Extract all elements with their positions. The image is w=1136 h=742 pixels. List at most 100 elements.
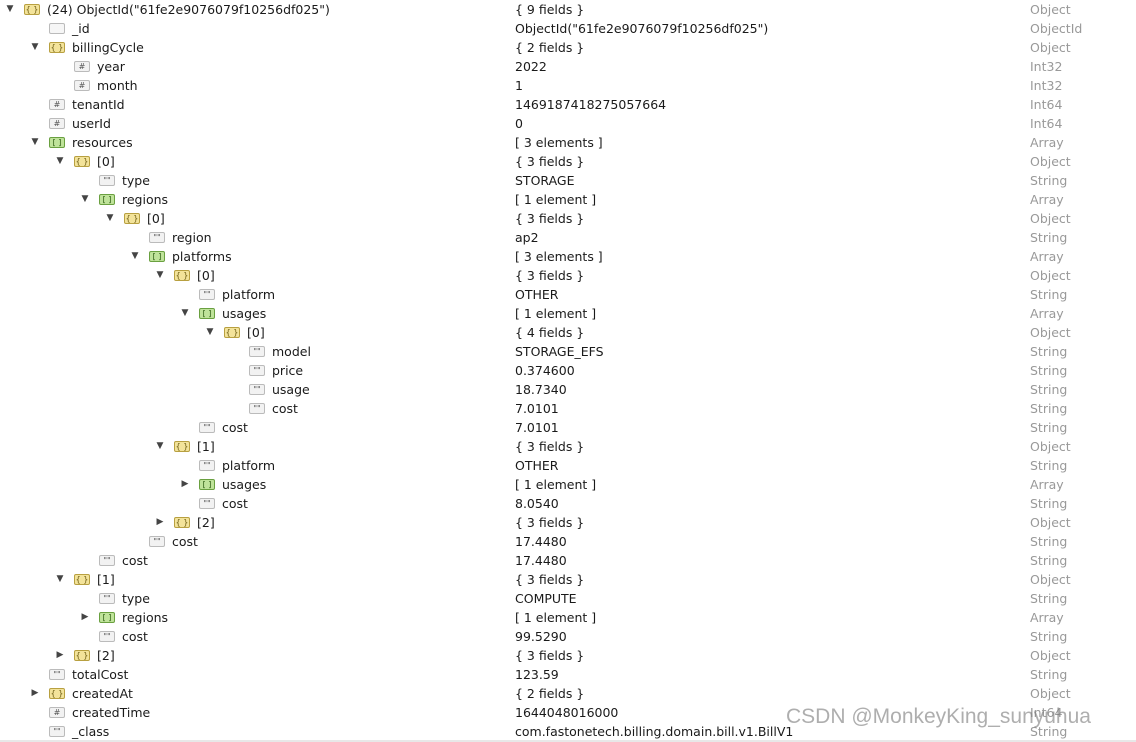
row-value: 1644048016000: [515, 705, 619, 720]
array-icon: [ ]: [99, 194, 115, 205]
tree-row[interactable]: "" usage 18.7340 String: [0, 380, 1136, 399]
row-value: { 3 fields }: [515, 572, 585, 587]
tree-row[interactable]: ▶ { } [2] { 3 fields } Object: [0, 513, 1136, 532]
collapse-arrow-icon[interactable]: ▼: [4, 0, 16, 19]
collapse-arrow-icon[interactable]: ▼: [54, 570, 66, 589]
tree-row[interactable]: "" type COMPUTE String: [0, 589, 1136, 608]
row-value: [ 1 element ]: [515, 192, 597, 207]
expand-arrow-icon[interactable]: ▶: [154, 513, 166, 532]
row-value: 17.4480: [515, 553, 567, 568]
row-key: region: [172, 230, 212, 245]
object-icon: { }: [74, 650, 90, 661]
object-icon: { }: [174, 441, 190, 452]
collapse-arrow-icon[interactable]: ▼: [54, 152, 66, 171]
object-icon: { }: [224, 327, 240, 338]
tree-row[interactable]: ▼ [ ] usages [ 1 element ] Array: [0, 304, 1136, 323]
collapse-arrow-icon[interactable]: ▼: [129, 247, 141, 266]
tree-row[interactable]: ▼ [ ] platforms [ 3 elements ] Array: [0, 247, 1136, 266]
row-value: ObjectId("61fe2e9076079f10256df025"): [515, 21, 769, 36]
tree-row[interactable]: ▼ { } billingCycle { 2 fields } Object: [0, 38, 1136, 57]
row-key: cost: [172, 534, 198, 549]
tree-row[interactable]: ▶ { } createdAt { 2 fields } Object: [0, 684, 1136, 703]
collapse-arrow-icon[interactable]: ▼: [29, 38, 41, 57]
row-value: { 9 fields }: [515, 2, 585, 17]
row-key: platforms: [172, 249, 232, 264]
document-tree: ▼ { } (24) ObjectId("61fe2e9076079f10256df…: [0, 0, 1136, 741]
row-key: cost: [222, 496, 248, 511]
row-key: year: [97, 59, 125, 74]
collapse-arrow-icon[interactable]: ▼: [204, 323, 216, 342]
row-value: 1: [515, 78, 523, 93]
tree-row[interactable]: "" platform OTHER String: [0, 285, 1136, 304]
collapse-arrow-icon[interactable]: ▼: [179, 304, 191, 323]
string-icon: "": [99, 593, 115, 604]
collapse-arrow-icon[interactable]: ▼: [104, 209, 116, 228]
row-type: String: [1030, 591, 1068, 606]
row-key: month: [97, 78, 138, 93]
expand-arrow-icon[interactable]: ▶: [179, 475, 191, 494]
expand-arrow-icon[interactable]: ▶: [54, 646, 66, 665]
tree-row[interactable]: ▼ { } [0] { 3 fields } Object: [0, 152, 1136, 171]
tree-row[interactable]: "" model STORAGE_EFS String: [0, 342, 1136, 361]
watermark: CSDN @MonkeyKing_sunyuhua: [786, 705, 1091, 728]
tree-row[interactable]: "" region ap2 String: [0, 228, 1136, 247]
tree-row[interactable]: "" cost 17.4480 String: [0, 532, 1136, 551]
row-type: Object: [1030, 325, 1071, 340]
string-icon: "": [199, 422, 215, 433]
row-type: String: [1030, 629, 1068, 644]
tree-row[interactable]: ▶ [ ] usages [ 1 element ] Array: [0, 475, 1136, 494]
tree-row[interactable]: ▼ { } (24) ObjectId("61fe2e9076079f10256df…: [0, 0, 1136, 19]
collapse-arrow-icon[interactable]: ▼: [79, 190, 91, 209]
tree-row[interactable]: _id ObjectId("61fe2e9076079f10256df025") O…: [0, 19, 1136, 38]
row-value: 0: [515, 116, 523, 131]
row-key: resources: [72, 135, 133, 150]
tree-row[interactable]: "" platform OTHER String: [0, 456, 1136, 475]
collapse-arrow-icon[interactable]: ▼: [154, 266, 166, 285]
row-type: Int32: [1030, 59, 1063, 74]
objectid-icon: [49, 23, 65, 34]
tree-row[interactable]: ▼ { } [0] { 3 fields } Object: [0, 266, 1136, 285]
row-key: price: [272, 363, 304, 378]
row-value: 8.0540: [515, 496, 559, 511]
tree-row[interactable]: "" type STORAGE String: [0, 171, 1136, 190]
collapse-arrow-icon[interactable]: ▼: [29, 133, 41, 152]
tree-row[interactable]: "" cost 99.5290 String: [0, 627, 1136, 646]
string-icon: "": [249, 346, 265, 357]
expand-arrow-icon[interactable]: ▶: [79, 608, 91, 627]
tree-row[interactable]: ▶ [ ] regions [ 1 element ] Array: [0, 608, 1136, 627]
row-value: { 3 fields }: [515, 154, 585, 169]
tree-row[interactable]: ▼ { } [1] { 3 fields } Object: [0, 437, 1136, 456]
row-key: tenantId: [72, 97, 125, 112]
tree-row[interactable]: ▼ { } [0] { 4 fields } Object: [0, 323, 1136, 342]
tree-row[interactable]: "" cost 8.0540 String: [0, 494, 1136, 513]
tree-row[interactable]: "" cost 7.0101 String: [0, 418, 1136, 437]
tree-row[interactable]: # userId 0 Int64: [0, 114, 1136, 133]
tree-row[interactable]: ▼ { } [0] { 3 fields } Object: [0, 209, 1136, 228]
row-key: type: [122, 173, 150, 188]
row-value: { 2 fields }: [515, 686, 585, 701]
tree-row[interactable]: "" cost 7.0101 String: [0, 399, 1136, 418]
row-value: 2022: [515, 59, 547, 74]
expand-arrow-icon[interactable]: ▶: [29, 684, 41, 703]
tree-row[interactable]: ▼ { } [1] { 3 fields } Object: [0, 570, 1136, 589]
tree-row[interactable]: ▼ [ ] regions [ 1 element ] Array: [0, 190, 1136, 209]
tree-row[interactable]: "" cost 17.4480 String: [0, 551, 1136, 570]
row-key: cost: [122, 629, 148, 644]
row-key: cost: [122, 553, 148, 568]
array-icon: [ ]: [99, 612, 115, 623]
row-type: String: [1030, 667, 1068, 682]
row-value: [ 1 element ]: [515, 306, 597, 321]
tree-row[interactable]: # tenantId 1469187418275057664 Int64: [0, 95, 1136, 114]
tree-row[interactable]: "" totalCost 123.59 String: [0, 665, 1136, 684]
row-key: [0]: [97, 154, 115, 169]
tree-row[interactable]: # year 2022 Int32: [0, 57, 1136, 76]
tree-row[interactable]: "" price 0.374600 String: [0, 361, 1136, 380]
tree-row[interactable]: ▼ [ ] resources [ 3 elements ] Array: [0, 133, 1136, 152]
collapse-arrow-icon[interactable]: ▼: [154, 437, 166, 456]
row-type: Int64: [1030, 97, 1063, 112]
string-icon: "": [199, 460, 215, 471]
tree-row[interactable]: # month 1 Int32: [0, 76, 1136, 95]
row-key: model: [272, 344, 311, 359]
tree-row[interactable]: ▶ { } [2] { 3 fields } Object: [0, 646, 1136, 665]
row-type: String: [1030, 458, 1068, 473]
